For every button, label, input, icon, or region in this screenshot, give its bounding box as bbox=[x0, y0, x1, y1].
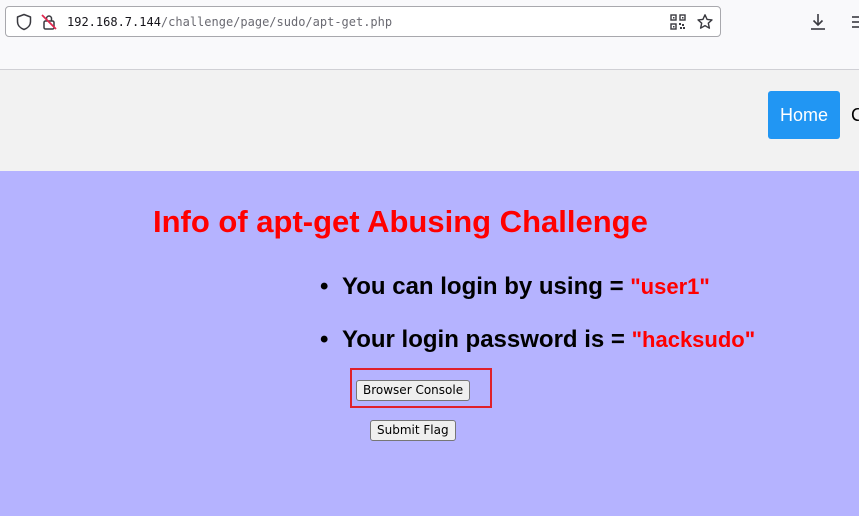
page-title: Info of apt-get Abusing Challenge bbox=[153, 204, 648, 239]
bullet-icon: • bbox=[320, 273, 329, 300]
url-text[interactable]: 192.168.7.144/challenge/page/sudo/apt-ge… bbox=[67, 14, 392, 30]
qr-code-icon[interactable] bbox=[670, 14, 686, 30]
submit-flag-button[interactable]: Submit Flag bbox=[370, 420, 456, 441]
overflow-menu-icon[interactable] bbox=[849, 14, 859, 30]
shield-icon[interactable] bbox=[15, 13, 33, 31]
site-navbar: Home C bbox=[0, 70, 859, 171]
login-password-info: • Your login password is = "hacksudo" bbox=[320, 325, 755, 355]
login-user-label: You can login by using = bbox=[342, 273, 631, 300]
lock-warning-icon[interactable] bbox=[40, 13, 58, 31]
login-user-info: • You can login by using = "user1" bbox=[320, 272, 710, 302]
login-password-label: Your login password is = bbox=[342, 326, 632, 353]
browser-console-button[interactable]: Browser Console bbox=[356, 380, 471, 401]
login-user-value: "user1" bbox=[630, 274, 710, 299]
address-bar[interactable]: 192.168.7.144/challenge/page/sudo/apt-ge… bbox=[5, 6, 721, 37]
url-host: 192.168.7.144 bbox=[67, 15, 161, 29]
nav-item-cutoff[interactable]: C bbox=[851, 91, 859, 139]
bookmark-star-icon[interactable] bbox=[696, 13, 714, 31]
browser-toolbar: 192.168.7.144/challenge/page/sudo/apt-ge… bbox=[0, 0, 859, 70]
bullet-icon: • bbox=[320, 326, 329, 353]
home-nav-button[interactable]: Home bbox=[768, 91, 840, 139]
download-icon[interactable] bbox=[808, 12, 828, 32]
main-content: Info of apt-get Abusing Challenge • You c… bbox=[0, 171, 859, 516]
url-path: /challenge/page/sudo/apt-get.php bbox=[160, 15, 393, 29]
login-password-value: "hacksudo" bbox=[631, 327, 756, 352]
